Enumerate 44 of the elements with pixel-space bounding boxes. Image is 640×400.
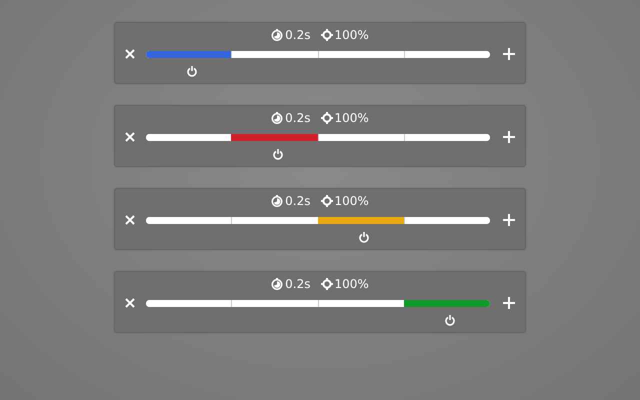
plus-icon [503, 214, 515, 226]
timer-icon [271, 112, 284, 124]
close-icon [125, 298, 135, 308]
add-button[interactable] [503, 131, 515, 143]
slider-track[interactable] [146, 134, 490, 140]
delay-text: 0.2s [285, 111, 311, 125]
close-button[interactable] [125, 49, 135, 59]
brightness-icon [320, 195, 333, 207]
power-button[interactable] [187, 66, 197, 76]
brightness-icon [320, 278, 333, 290]
close-button[interactable] [125, 132, 135, 142]
timer-icon [271, 195, 284, 207]
power-button[interactable] [359, 232, 369, 242]
add-button[interactable] [503, 48, 515, 60]
slider-track[interactable] [146, 50, 490, 58]
power-button[interactable] [273, 148, 283, 160]
delay-text: 0.2s [285, 28, 311, 42]
timer-icon [271, 278, 284, 290]
delay-text: 0.2s [285, 194, 311, 208]
close-icon [125, 215, 135, 225]
brightness-icon [320, 112, 333, 124]
delay-text: 0.2s [285, 277, 311, 291]
slider-track[interactable] [146, 300, 490, 306]
brightness-text: 100% [334, 111, 369, 125]
close-icon [125, 132, 135, 142]
slider-track[interactable] [146, 216, 490, 224]
timer-icon [271, 29, 284, 41]
brightness-icon [320, 29, 333, 41]
power-icon [445, 314, 455, 326]
power-icon [273, 148, 283, 160]
brightness-text: 100% [334, 194, 369, 208]
power-icon [187, 66, 197, 76]
brightness-text: 100% [334, 277, 369, 291]
add-button[interactable] [503, 297, 515, 309]
brightness-text: 100% [334, 28, 369, 42]
close-button[interactable] [125, 215, 135, 225]
add-button[interactable] [503, 214, 515, 226]
power-icon [359, 232, 369, 242]
close-button[interactable] [125, 298, 135, 308]
plus-icon [503, 48, 515, 60]
power-button[interactable] [445, 314, 455, 326]
close-icon [125, 49, 135, 59]
plus-icon [503, 297, 515, 309]
plus-icon [503, 131, 515, 143]
